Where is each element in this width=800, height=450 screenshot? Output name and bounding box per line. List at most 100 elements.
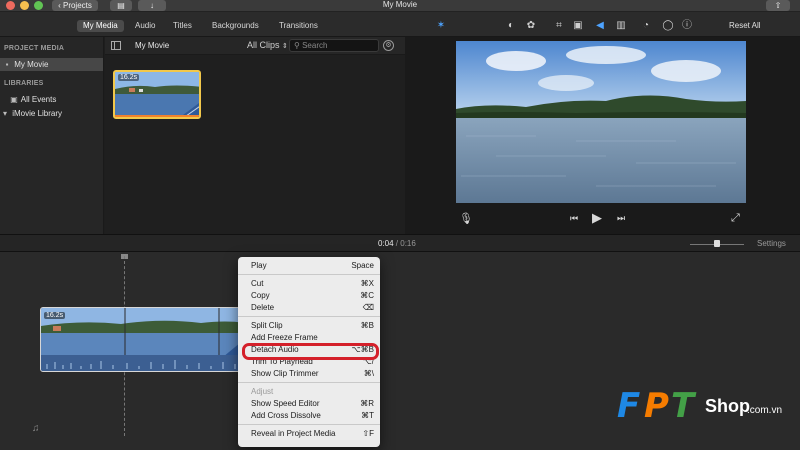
share-icon: ⇧ (774, 1, 782, 10)
menu-item-label: Cut (251, 279, 264, 288)
menu-item-add-cross-dissolve[interactable]: Add Cross Dissolve ⌘T (238, 410, 380, 422)
timeline-clip[interactable]: 16.2s (40, 307, 245, 372)
zoom-slider-knob[interactable] (714, 240, 720, 247)
stabilization-icon[interactable]: ▣ (572, 20, 584, 32)
disclosure-triangle-icon[interactable]: ▾ (0, 107, 10, 120)
lake-preview-image (456, 41, 746, 203)
fpt-logo-letter-p: P (644, 386, 669, 426)
title-bar: ‹ Projects ▤ ↓ My Movie ⇧ (0, 0, 800, 12)
fullscreen-icon[interactable]: ⤢ (731, 212, 740, 225)
sidebar-item-all-events[interactable]: ▣ All Events (0, 93, 103, 106)
media-tab-bar: My Media Audio Titles Backgrounds Transi… (0, 12, 405, 37)
menu-item-show-speed-editor[interactable]: Show Speed Editor ⌘R (238, 398, 380, 410)
menu-item-shortcut: ⌘C (360, 291, 374, 300)
menu-item-label: Add Cross Dissolve (251, 411, 321, 420)
timecode-display: 0:04 / 0:16 (378, 239, 416, 248)
libraries-header: LIBRARIES (4, 80, 44, 87)
menu-item-reveal-in-project-media[interactable]: Reveal in Project Media ⇧F (238, 428, 380, 440)
fpt-logo-letter-t: T (671, 386, 695, 426)
menu-item-shortcut: ⌘\ (363, 369, 374, 378)
menu-item-label: Reveal in Project Media (251, 429, 336, 438)
menu-item-shortcut: Space (351, 261, 374, 270)
skip-forward-icon[interactable]: ⏭ (617, 213, 625, 224)
waveform-graphic (46, 360, 236, 369)
browser-title: My Movie (135, 41, 170, 50)
project-media-header: PROJECT MEDIA (4, 45, 65, 52)
menu-item-shortcut: ⌘B (360, 321, 374, 330)
clip-filter-dropdown[interactable]: All Clips ⇕ (247, 40, 288, 50)
menu-item-shortcut: ⇧F (362, 429, 374, 438)
menu-item-split-clip[interactable]: Split Clip ⌘B (238, 320, 380, 332)
menu-item-show-clip-trimmer[interactable]: Show Clip Trimmer ⌘\ (238, 368, 380, 380)
viewer-toolbar: ✶ ◐ ✿ ⌗ ▣ ◀ ▥ ◔ ◯ ⓘ Reset All (405, 12, 800, 37)
menu-item-shortcut: ⌘X (360, 279, 374, 288)
fpt-logo-letter-f: F (617, 386, 641, 426)
window-title: My Movie (382, 0, 418, 9)
tab-backgrounds[interactable]: Backgrounds (206, 20, 265, 32)
share-button[interactable]: ⇧ (766, 0, 790, 11)
clip-duration-badge: 16.2s (118, 74, 140, 81)
library-sidebar: PROJECT MEDIA ▪ My Movie LIBRARIES ▣ All… (0, 37, 104, 234)
music-note-icon: ♫ (32, 423, 40, 434)
fpt-shop-watermark: F P T Shop .com.vn (617, 387, 797, 427)
fpt-domain-text: .com.vn (747, 405, 783, 416)
reset-all-button[interactable]: Reset All (729, 21, 761, 30)
crop-icon[interactable]: ⌗ (553, 20, 565, 32)
clip-audio-waveform (41, 355, 244, 371)
menu-separator (238, 382, 380, 383)
settings-button[interactable]: Settings (757, 239, 786, 248)
sidebar-item-imovie-library[interactable]: ▾ iMovie Library (0, 107, 103, 120)
gear-icon[interactable]: ⚙ (383, 40, 394, 51)
menu-item-label: Show Clip Trimmer (251, 369, 319, 378)
up-down-chevron-icon: ⇕ (282, 43, 288, 50)
menu-item-shortcut: ⌫ (362, 303, 374, 312)
browser-clip-thumbnail[interactable]: 16.2s (113, 70, 201, 119)
menu-item-label: Split Clip (251, 321, 283, 330)
volume-icon[interactable]: ◀ (594, 20, 606, 32)
clapper-icon: ▪ (5, 60, 9, 69)
video-preview (456, 41, 746, 203)
sidebar-toggle-icon[interactable] (111, 41, 121, 50)
sidebar-item-my-movie[interactable]: ▪ My Movie (0, 58, 103, 71)
voiceover-microphone-icon[interactable]: 🎙 (459, 212, 473, 225)
equalizer-icon[interactable]: ▥ (615, 20, 627, 32)
menu-item-copy[interactable]: Copy ⌘C (238, 290, 380, 302)
tab-titles[interactable]: Titles (167, 20, 198, 32)
detach-audio-highlight-ring (242, 343, 379, 360)
tab-audio[interactable]: Audio (129, 20, 161, 32)
menu-item-play[interactable]: Play Space (238, 260, 380, 272)
menu-item-label: Play (251, 261, 267, 270)
menu-item-delete[interactable]: Delete ⌫ (238, 302, 380, 314)
noise-filter-icon[interactable]: ◯ (662, 20, 674, 32)
menu-item-label: Delete (251, 303, 275, 312)
media-browser: My Movie All Clips ⇕ ⚲ Search ⚙ (105, 37, 405, 234)
color-palette-icon[interactable]: ✿ (525, 20, 537, 32)
menu-item-adjust: Adjust (238, 386, 380, 398)
skip-back-icon[interactable]: ⏮ (570, 213, 578, 224)
menu-item-label: Adjust (251, 387, 274, 396)
timeline-clip-duration-badge: 16.2s (44, 312, 66, 319)
menu-item-label: Show Speed Editor (251, 399, 320, 408)
speed-icon[interactable]: ◔ (640, 20, 652, 32)
menu-separator (238, 316, 380, 317)
menu-item-cut[interactable]: Cut ⌘X (238, 278, 380, 290)
search-icon: ⚲ (294, 41, 300, 50)
menu-item-label: Copy (251, 291, 270, 300)
star-square-icon: ▣ (10, 95, 18, 104)
info-icon[interactable]: ⓘ (681, 20, 693, 32)
timeline-header: 0:04 / 0:16 Settings (0, 234, 800, 252)
viewer-panel: 🎙 ⏮ ▶ ⏭ ⤢ (405, 37, 800, 234)
fpt-shop-text: Shop (705, 396, 750, 416)
menu-item-shortcut: ⌘R (360, 399, 374, 408)
color-balance-icon[interactable]: ◐ (505, 20, 517, 32)
menu-item-shortcut: ⌘T (361, 411, 374, 420)
browser-toolbar: My Movie All Clips ⇕ ⚲ Search ⚙ (105, 37, 405, 55)
play-button[interactable]: ▶ (592, 210, 602, 226)
used-clip-indicator (115, 115, 199, 117)
tab-my-media[interactable]: My Media (77, 20, 124, 32)
menu-separator (238, 274, 380, 275)
magic-wand-icon[interactable]: ✶ (435, 20, 447, 32)
search-input[interactable]: ⚲ Search (289, 39, 379, 52)
tab-transitions[interactable]: Transitions (273, 20, 324, 32)
menu-separator (238, 424, 380, 425)
